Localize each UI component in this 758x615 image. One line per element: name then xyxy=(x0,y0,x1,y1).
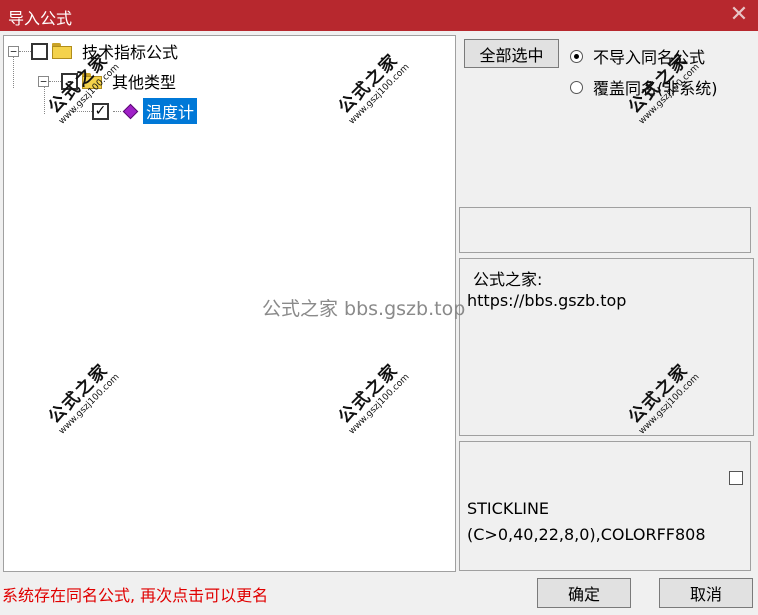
watermark-text: 公式之家 bbs.gszb.top xyxy=(262,298,466,320)
ok-button[interactable]: 确定 xyxy=(537,578,631,608)
tree-connector xyxy=(113,110,121,112)
description-panel: 公式之家: https://bbs.gszb.top xyxy=(459,258,754,436)
radio-button-selected[interactable] xyxy=(570,49,583,63)
option-checkbox[interactable] xyxy=(729,471,743,485)
radio-button[interactable] xyxy=(570,80,583,94)
collapse-icon[interactable]: − xyxy=(8,45,19,57)
close-icon[interactable]: ✕ xyxy=(726,2,752,28)
cancel-button[interactable]: 取消 xyxy=(659,578,753,608)
tree-node-label: 技术指标公式 xyxy=(82,43,179,62)
tree-connector xyxy=(49,80,61,82)
tree-node-label-selected[interactable]: 温度计 xyxy=(143,98,198,124)
tree-connector xyxy=(74,110,92,112)
description-line: 公式之家: xyxy=(473,270,543,289)
code-line: (C>0,40,22,8,0),COLORFF808 xyxy=(467,525,706,544)
name-panel xyxy=(459,207,751,253)
radio-no-import[interactable]: 不导入同名公式 xyxy=(570,44,705,68)
tree-node-formula[interactable]: ✓ 温度计 xyxy=(74,98,198,124)
window-title: 导入公式 xyxy=(8,9,73,28)
status-message: 系统存在同名公式, 再次点击可以更名 xyxy=(2,586,269,605)
root-checkbox[interactable] xyxy=(31,42,48,60)
formula-gem-icon xyxy=(123,104,137,118)
radio-label: 不导入同名公式 xyxy=(593,48,706,67)
radio-overwrite[interactable]: 覆盖同名(非系统) xyxy=(570,75,718,99)
code-panel: STICKLINE (C>0,40,22,8,0),COLORFF808 xyxy=(459,441,751,571)
description-line: https://bbs.gszb.top xyxy=(467,291,627,310)
formula-checkbox[interactable]: ✓ xyxy=(92,102,109,120)
tree-node-category[interactable]: − 其他类型 xyxy=(38,70,176,92)
tree-node-label: 其他类型 xyxy=(112,73,177,92)
title-bar: 导入公式 ✕ xyxy=(0,0,758,31)
radio-label: 覆盖同名(非系统) xyxy=(593,79,718,98)
collapse-icon[interactable]: − xyxy=(38,75,49,87)
tree-connector xyxy=(19,50,31,52)
tree-node-root[interactable]: − 技术指标公式 xyxy=(8,40,178,62)
code-line: STICKLINE xyxy=(467,499,550,518)
folder-icon xyxy=(52,43,74,59)
select-all-button[interactable]: 全部选中 xyxy=(464,39,559,68)
folder-icon xyxy=(82,73,104,89)
category-checkbox[interactable] xyxy=(61,72,78,90)
